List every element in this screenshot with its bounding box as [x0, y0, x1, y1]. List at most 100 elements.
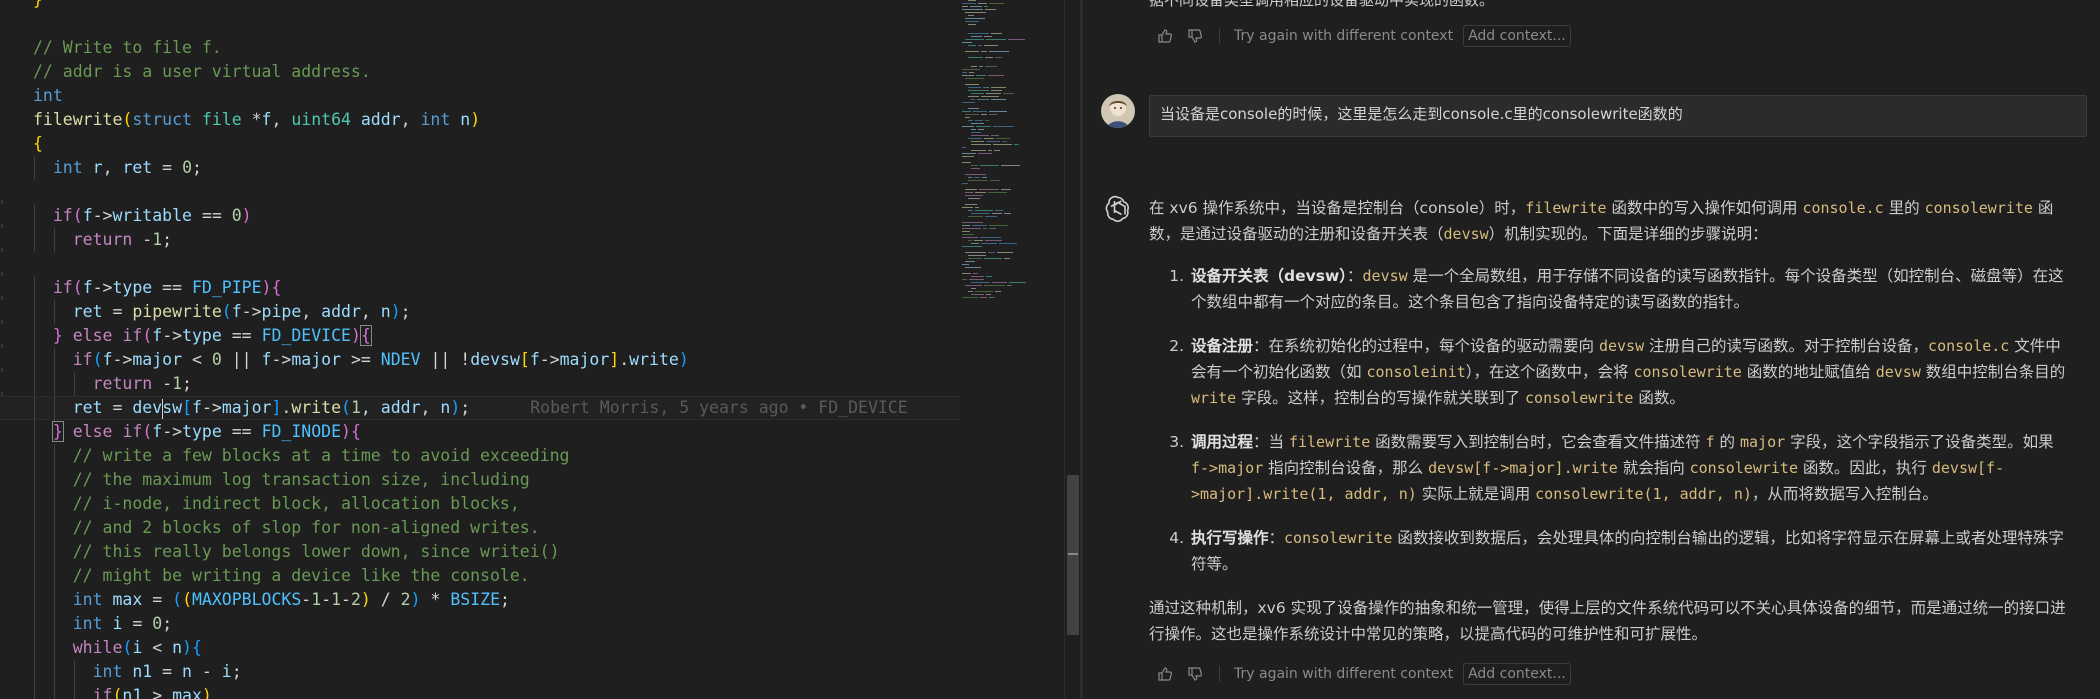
- minimap-line: [995, 210, 1003, 211]
- code-token: filewrite: [33, 110, 123, 129]
- editor-scrollbar-thumb[interactable]: [1067, 475, 1079, 635]
- minimap-line: [971, 294, 984, 295]
- code-text: int r, ret = 0;: [33, 156, 202, 180]
- code-line[interactable]: if(n1 > max): [0, 684, 960, 699]
- editor-scrollbar[interactable]: [1064, 0, 1081, 699]
- code-line[interactable]: if(f->type == FD_PIPE){: [0, 276, 960, 300]
- code-line[interactable]: int i = 0;: [0, 612, 960, 636]
- scrollbar-cursor-marker: [1068, 553, 1078, 555]
- code-line[interactable]: [0, 252, 960, 276]
- code-line[interactable]: // i-node, indirect block, allocation bl…: [0, 492, 960, 516]
- code-line[interactable]: // this really belongs lower down, since…: [0, 540, 960, 564]
- try-again-link[interactable]: Try again with different context: [1234, 28, 1453, 44]
- minimap-line: [962, 228, 981, 229]
- code-line[interactable]: }: [0, 0, 960, 12]
- minimap-line: [971, 243, 979, 244]
- code-line[interactable]: int n1 = n - i;: [0, 660, 960, 684]
- code-token: if: [122, 326, 143, 345]
- code-line[interactable]: [0, 180, 960, 204]
- code-token: (: [221, 302, 232, 321]
- inline-code: filewrite: [1288, 433, 1371, 451]
- code-text: while(i < n){: [33, 636, 202, 660]
- code-token: addr: [360, 110, 401, 129]
- code-token: file: [201, 110, 242, 129]
- minimap-line: [971, 36, 982, 37]
- minimap-line: [988, 150, 992, 151]
- code-token: writable: [112, 206, 192, 225]
- minimap-line: [989, 114, 997, 115]
- separator: [1219, 28, 1220, 44]
- thumbs-down-icon[interactable]: [1185, 26, 1205, 46]
- minimap-line: [991, 90, 1002, 91]
- minimap-line: [962, 153, 976, 154]
- code-line[interactable]: filewrite(struct file *f, uint64 addr, i…: [0, 108, 960, 132]
- code-line[interactable]: ret = pipewrite(f->pipe, addr, n);: [0, 300, 960, 324]
- code-token: {: [359, 325, 372, 346]
- code-token: f: [82, 206, 93, 225]
- minimap-line: [1002, 141, 1007, 142]
- code-token: ;: [182, 374, 192, 393]
- code-line[interactable]: while(i < n){: [0, 636, 960, 660]
- code-line[interactable]: {: [0, 132, 960, 156]
- code-line[interactable]: // the maximum log transaction size, inc…: [0, 468, 960, 492]
- minimap-line: [970, 6, 982, 7]
- code-line[interactable]: // addr is a user virtual address.: [0, 60, 960, 84]
- minimap-line: [962, 183, 968, 184]
- code-token: ;: [231, 662, 242, 681]
- code-text: filewrite(struct file *f, uint64 addr, i…: [33, 108, 480, 132]
- answer-steps-list: 设备开关表（devsw）：devsw 是一个全局数组，用于存储不同设备的读写函数…: [1149, 263, 2069, 577]
- code-text: if(n1 > max): [33, 684, 212, 699]
- code-token: {: [191, 638, 202, 657]
- code-line[interactable]: // might be writing a device like the co…: [0, 564, 960, 588]
- add-context-button[interactable]: Add context...: [1463, 25, 1571, 47]
- code-line[interactable]: int: [0, 84, 960, 108]
- minimap-line: [962, 9, 983, 10]
- code-line[interactable]: [0, 12, 960, 36]
- code-line[interactable]: // write a few blocks at a time to avoid…: [0, 444, 960, 468]
- thumbs-up-icon[interactable]: [1155, 664, 1175, 684]
- code-token: -: [321, 590, 332, 609]
- add-context-button[interactable]: Add context...: [1463, 663, 1571, 685]
- code-line[interactable]: int r, ret = 0;: [0, 156, 960, 180]
- code-token: ;: [162, 614, 173, 633]
- code-line[interactable]: int max = ((MAXOPBLOCKS-1-1-2) / 2) * BS…: [0, 588, 960, 612]
- code-line[interactable]: if(f->major < 0 || f->major >= NDEV || !…: [0, 348, 960, 372]
- answer-text: 数组中控制台条目的: [1920, 363, 2066, 381]
- code-token: ,: [400, 110, 421, 129]
- code-token: n: [440, 398, 451, 417]
- code-token: ): [182, 638, 192, 657]
- code-text: {: [33, 132, 43, 156]
- code-token: max: [172, 686, 202, 699]
- code-token: ==: [191, 206, 232, 225]
- code-lines[interactable]: } // Write to file f. // addr is a user vi…: [0, 0, 960, 699]
- code-line[interactable]: return -1;: [0, 372, 960, 396]
- code-editor[interactable]: } // Write to file f. // addr is a user vi…: [0, 0, 1065, 699]
- code-token: // this really belongs lower down, since…: [72, 542, 560, 561]
- code-line[interactable]: // Write to file f.: [0, 36, 960, 60]
- thumbs-up-icon[interactable]: [1155, 26, 1175, 46]
- code-line[interactable]: } else if(f->type == FD_DEVICE){: [0, 324, 960, 348]
- code-token: }: [51, 421, 64, 442]
- code-text: if(f->type == FD_PIPE){: [33, 276, 282, 300]
- thumbs-down-icon[interactable]: [1185, 664, 1205, 684]
- code-token: 2: [350, 590, 361, 609]
- code-line[interactable]: // and 2 blocks of slop for non-aligned …: [0, 516, 960, 540]
- minimap[interactable]: [962, 0, 1062, 300]
- code-line-current[interactable]: ret = devsw[f->major].write(1, addr, n);…: [0, 396, 960, 421]
- code-line[interactable]: if(f->writable == 0): [0, 204, 960, 228]
- git-blame-annotation[interactable]: Robert Morris, 5 years ago • FD_DEVICE: [530, 398, 908, 417]
- code-token: ]: [271, 398, 282, 417]
- inline-code: consolewrite: [1689, 459, 1798, 477]
- minimap-line: [962, 162, 971, 163]
- code-line[interactable]: } else if(f->type == FD_INODE){: [0, 420, 960, 444]
- code-line[interactable]: return -1;: [0, 228, 960, 252]
- code-token: ->: [201, 398, 222, 417]
- minimap-line: [990, 180, 1000, 181]
- minimap-line: [965, 261, 975, 262]
- answer-text: ：在系统初始化的过程中，每个设备的驱动需要向: [1253, 337, 1599, 355]
- try-again-link[interactable]: Try again with different context: [1234, 666, 1453, 682]
